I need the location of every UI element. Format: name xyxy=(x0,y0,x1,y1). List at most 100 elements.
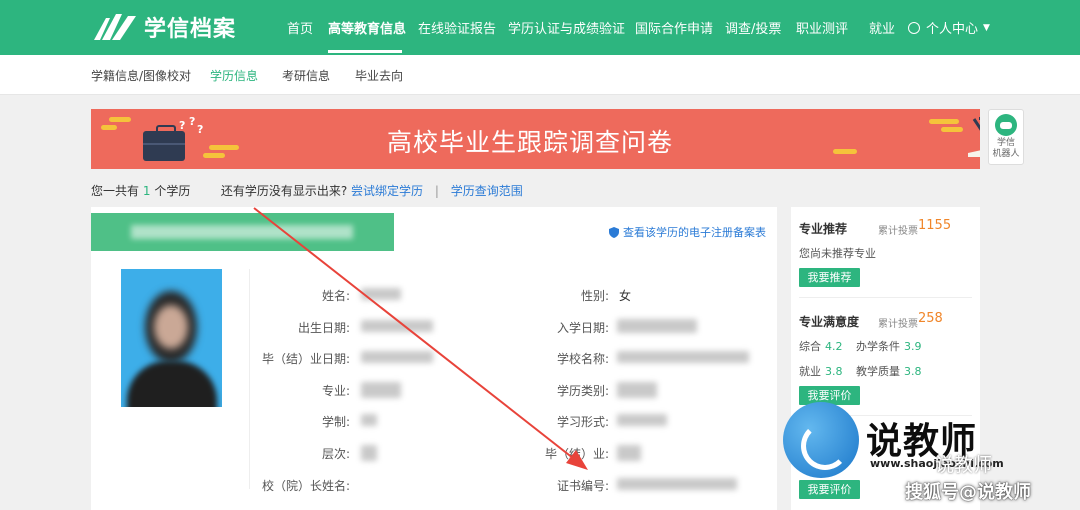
field-label-birth-date: 出生日期: xyxy=(297,321,350,335)
field-label-enroll-date: 入学日期: xyxy=(556,321,609,335)
sidebar-divider xyxy=(799,297,972,298)
count-prefix: 您一共有 xyxy=(91,184,140,198)
count-suffix: 个学历 xyxy=(154,184,191,198)
field-value-level-redacted xyxy=(361,445,377,461)
user-center-label: 个人中心 xyxy=(926,22,979,37)
banner-title: 高校毕业生跟踪调查问卷 xyxy=(387,128,674,157)
top-navbar: 学信档案 首页 高等教育信息 在线验证报告 学历认证与成绩验证 国际合作申请 调… xyxy=(0,0,1080,55)
field-label-study-length: 学制: xyxy=(321,415,350,429)
missing-degree-hint: 还有学历没有显示出来? xyxy=(220,184,348,198)
field-value-study-length-redacted xyxy=(361,414,377,426)
recommend-button[interactable]: 我要推荐 xyxy=(799,268,860,287)
nav-active-indicator xyxy=(328,50,402,53)
nav-home[interactable]: 首页 xyxy=(287,18,313,37)
recommend-vote-label: 累计投票 xyxy=(878,226,918,237)
score-value-facilities: 3.9 xyxy=(904,340,922,353)
nav-survey-vote[interactable]: 调查/投票 xyxy=(725,18,781,37)
field-label-major: 专业: xyxy=(321,384,350,398)
satisfaction-vote-label: 累计投票 xyxy=(878,319,918,330)
recommend-empty-text: 您尚未推荐专业 xyxy=(799,247,876,260)
photo-divider xyxy=(249,269,250,489)
briefcase-icon xyxy=(143,125,185,161)
photo-body xyxy=(127,361,217,407)
degree-count-line: 您一共有 1 个学历 还有学历没有显示出来? 尝试绑定学历 | 学历查询范围 xyxy=(91,182,523,199)
logo-mark-icon xyxy=(94,14,136,40)
separator: | xyxy=(434,184,439,198)
banner-decoration xyxy=(101,125,117,130)
robot-label-line1: 学信 xyxy=(996,138,1015,148)
xuexin-robot-button[interactable]: 学信 机器人 xyxy=(988,109,1024,165)
student-photo xyxy=(121,269,222,407)
robot-icon xyxy=(995,114,1017,136)
registration-record-link[interactable]: 查看该学历的电子注册备案表 xyxy=(609,224,766,240)
registration-record-label: 查看该学历的电子注册备案表 xyxy=(623,226,766,239)
bind-degree-link[interactable]: 尝试绑定学历 xyxy=(351,184,423,198)
field-value-major-redacted xyxy=(361,382,401,398)
field-value-degree-category-redacted xyxy=(617,382,657,398)
satisfaction-score-row: 综合 4.2 办学条件 3.9 xyxy=(799,338,932,354)
field-label-school-name: 学校名称: xyxy=(556,352,609,366)
score-value-employment: 3.8 xyxy=(825,365,843,378)
banner-decoration xyxy=(203,153,225,158)
field-label-certificate-number: 证书编号: xyxy=(556,479,609,493)
site-logo[interactable]: 学信档案 xyxy=(92,10,236,44)
third-evaluate-button[interactable]: 我要评价 xyxy=(799,480,860,499)
score-value-overall: 4.2 xyxy=(825,340,843,353)
user-icon xyxy=(908,21,920,34)
banner-decoration xyxy=(209,145,239,150)
field-label-level: 层次: xyxy=(321,447,350,461)
school-name-redacted xyxy=(131,225,353,239)
banner-decoration xyxy=(833,149,857,154)
query-scope-link[interactable]: 学历查询范围 xyxy=(451,184,523,198)
score-label-overall: 综合 xyxy=(799,340,821,353)
photo-face xyxy=(154,305,188,349)
subnav-degree-info[interactable]: 学历信息 xyxy=(210,67,258,84)
field-label-president-name: 校（院）长姓名: xyxy=(261,479,350,493)
nav-higher-education-info[interactable]: 高等教育信息 xyxy=(328,18,406,37)
field-value-gender: 女 xyxy=(619,289,632,303)
question-mark-icon: ? xyxy=(197,123,204,136)
satisfaction-score-row: 就业 3.8 教学质量 3.8 xyxy=(799,363,932,379)
nav-employment[interactable]: 就业 xyxy=(869,18,895,37)
major-satisfaction-title: 专业满意度 xyxy=(799,315,860,329)
watermark-sohu: 搜狐号@说教师 xyxy=(905,482,1031,503)
field-value-enroll-date-redacted xyxy=(617,319,697,333)
watermark-weibo: 说教师 xyxy=(935,454,993,476)
robot-label-line2: 机器人 xyxy=(992,149,1020,159)
nav-degree-certification[interactable]: 学历认证与成绩验证 xyxy=(508,18,625,37)
banner-decoration xyxy=(941,127,963,132)
banner-decoration xyxy=(929,119,959,124)
caret-down-icon: ▼ xyxy=(983,22,990,33)
field-value-certificate-number-redacted xyxy=(617,478,737,490)
nav-international-cooperation[interactable]: 国际合作申请 xyxy=(635,18,713,37)
watermark-logo-icon xyxy=(783,402,859,478)
field-value-name-redacted xyxy=(361,288,401,300)
nav-career-assessment[interactable]: 职业测评 xyxy=(796,18,848,37)
score-value-teaching: 3.8 xyxy=(904,365,922,378)
subnav-postgraduate-exam-info[interactable]: 考研信息 xyxy=(282,67,330,84)
nav-online-verification-report[interactable]: 在线验证报告 xyxy=(418,18,496,37)
degree-record-card: 查看该学历的电子注册备案表 姓名: 出生日期: 毕（结）业日期: 专业: 学制:… xyxy=(91,207,777,510)
score-label-employment: 就业 xyxy=(799,365,821,378)
score-label-teaching: 教学质量 xyxy=(856,365,900,378)
field-label-gender: 性别: xyxy=(580,289,609,303)
subnav-status-image-check[interactable]: 学籍信息/图像校对 xyxy=(91,67,191,84)
subnav-graduate-destination[interactable]: 毕业去向 xyxy=(355,67,403,84)
user-center-menu[interactable]: 个人中心 ▼ xyxy=(908,18,990,37)
score-label-facilities: 办学条件 xyxy=(856,340,900,353)
satisfaction-vote-count: 258 xyxy=(918,311,943,326)
field-value-graduation-status-redacted xyxy=(617,445,641,461)
graduate-figure-icon xyxy=(968,117,980,157)
field-label-graduation-date: 毕（结）业日期: xyxy=(261,352,350,366)
field-label-graduation-status: 毕（结）业: xyxy=(544,447,609,461)
field-value-graduation-date-redacted xyxy=(361,351,433,363)
survey-banner[interactable]: ? ? ? 高校毕业生跟踪调查问卷 xyxy=(91,109,980,169)
school-name-header xyxy=(91,213,394,251)
field-label-degree-category: 学历类别: xyxy=(556,384,609,398)
field-label-study-mode: 学习形式: xyxy=(556,415,609,429)
major-recommend-title: 专业推荐 xyxy=(799,222,848,236)
recommend-vote-count: 1155 xyxy=(918,218,952,233)
shield-icon xyxy=(609,226,619,238)
logo-text: 学信档案 xyxy=(144,17,237,42)
field-value-school-name-redacted xyxy=(617,351,749,363)
